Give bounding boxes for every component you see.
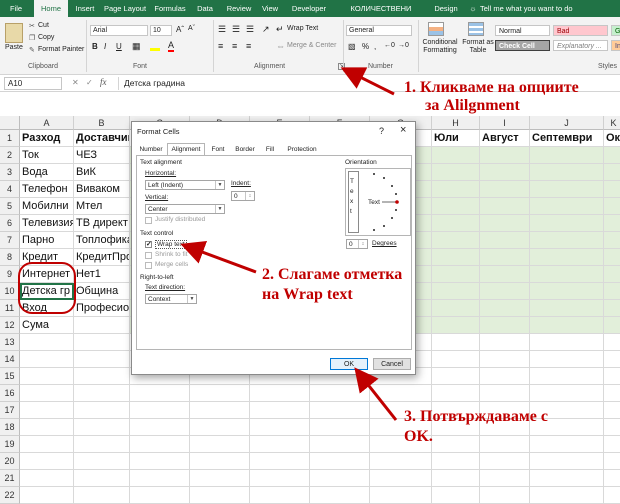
- annotation-step2-line1: 2. Слагаме отметка: [262, 266, 403, 283]
- annotation-step1-line1: 1. Кликваме на опциите: [404, 79, 579, 96]
- annotation-step3-line1: 3. Потвърждаваме с: [404, 408, 548, 425]
- arrow-to-ok-button: [354, 367, 398, 421]
- arrow-to-alignment-launcher: [340, 67, 395, 96]
- arrow-to-wrap-text: [180, 241, 257, 274]
- annotation-arrows: [180, 67, 398, 421]
- annotation-step1-line2: за Alilgnment: [425, 97, 520, 114]
- annotation-step3-line2: OK.: [404, 428, 433, 445]
- annotation-step2-line2: на Wrap text: [262, 286, 353, 303]
